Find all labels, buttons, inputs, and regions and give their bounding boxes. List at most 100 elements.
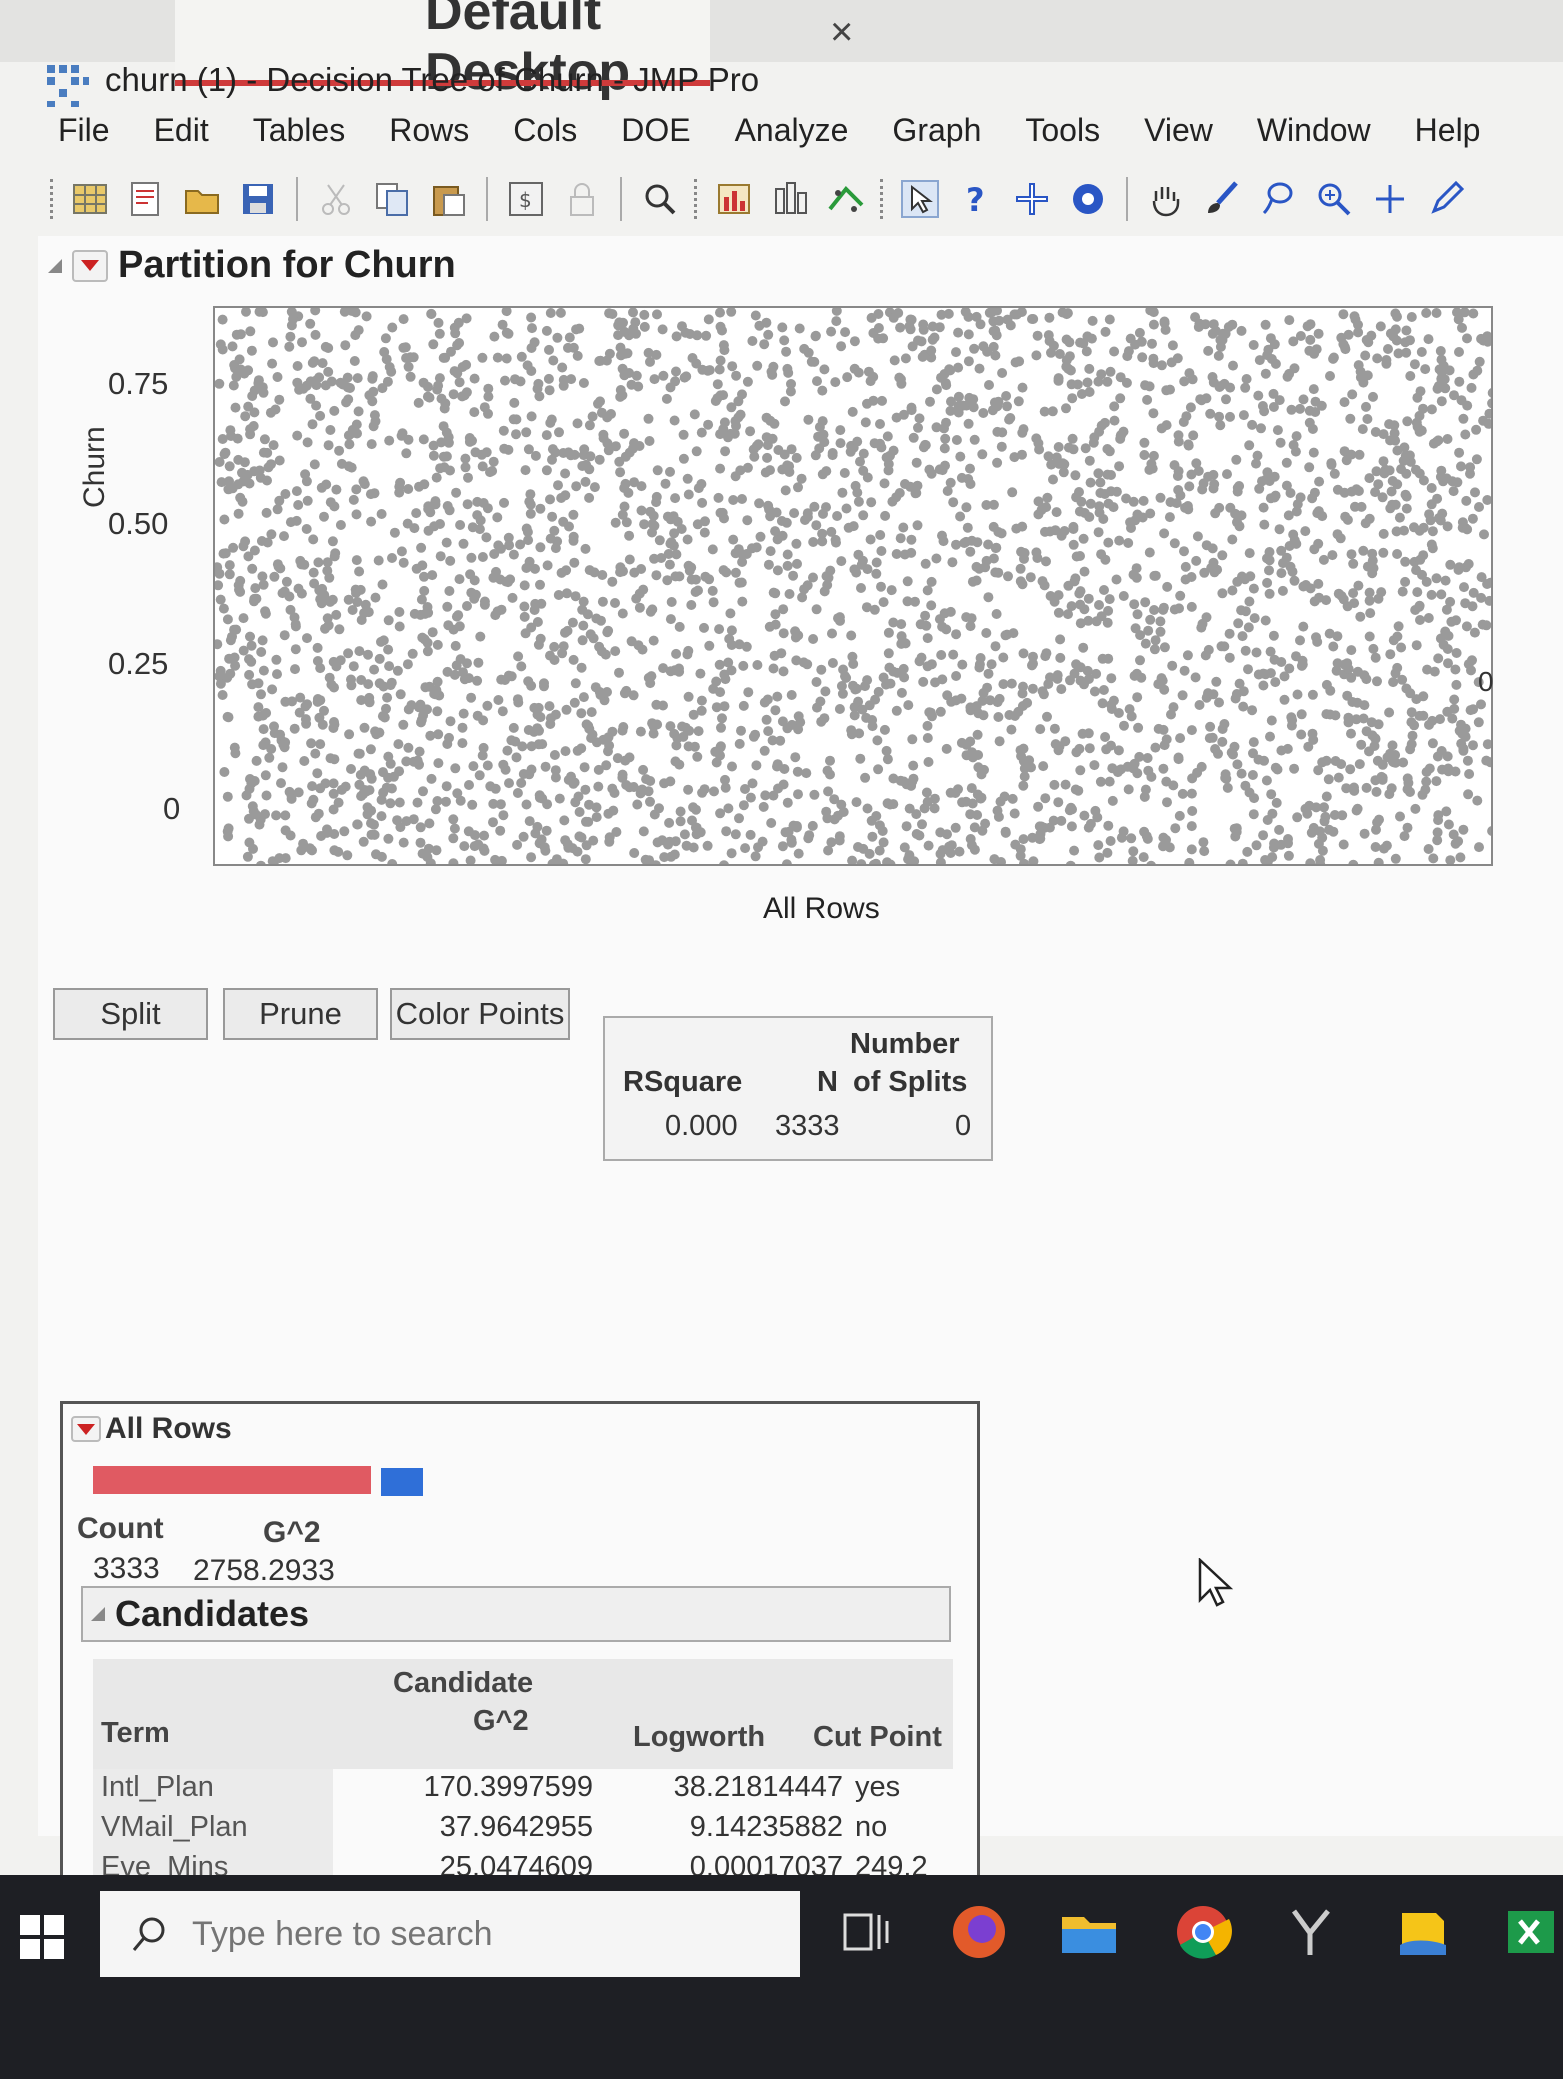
data-point [1364, 513, 1375, 524]
data-point [1126, 711, 1137, 722]
windows-start-icon[interactable] [20, 1915, 64, 1959]
menu-edit[interactable]: Edit [132, 112, 231, 162]
bar-chart-icon[interactable] [712, 177, 756, 221]
file-explorer-icon[interactable] [1058, 1901, 1120, 1963]
data-point [219, 514, 230, 525]
data-point [602, 412, 613, 423]
taskbar-search-input[interactable] [192, 1914, 752, 1954]
red-triangle-menu-icon[interactable] [71, 1416, 101, 1442]
menu-rows[interactable]: Rows [367, 112, 491, 162]
data-point [508, 549, 519, 560]
tools-app-icon[interactable] [1280, 1901, 1342, 1963]
data-point [419, 585, 430, 596]
search-icon[interactable] [638, 177, 682, 221]
tab-close-icon[interactable]: × [830, 10, 853, 55]
data-point [450, 640, 461, 651]
excel-app-icon[interactable] [1500, 1901, 1562, 1963]
data-point [1240, 780, 1251, 791]
data-point [648, 635, 659, 646]
data-point [1260, 615, 1271, 626]
data-point [251, 755, 262, 766]
menu-doe[interactable]: DOE [599, 112, 712, 162]
data-point [369, 664, 380, 675]
firefox-icon[interactable] [948, 1901, 1010, 1963]
help-tool-icon[interactable]: ? [954, 177, 998, 221]
menu-analyze[interactable]: Analyze [713, 112, 871, 162]
data-point [888, 799, 899, 810]
pencil-tool-icon[interactable] [1424, 177, 1468, 221]
data-point [1442, 521, 1453, 532]
distribution-icon[interactable] [768, 177, 812, 221]
data-point [1281, 457, 1292, 468]
data-point [1135, 655, 1145, 666]
save-icon[interactable] [236, 177, 280, 221]
table-row[interactable]: Intl_Plan 170.3997599 38.21814447 yes [93, 1769, 953, 1809]
table-row[interactable]: VMail_Plan 37.9642955 9.14235882 no [93, 1809, 953, 1849]
red-triangle-menu-icon[interactable] [72, 249, 108, 282]
paste-icon[interactable] [426, 177, 470, 221]
new-table-icon[interactable] [68, 177, 112, 221]
menu-cols[interactable]: Cols [491, 112, 599, 162]
data-point [1248, 583, 1259, 594]
data-point [554, 793, 565, 804]
data-point [837, 688, 848, 699]
data-point [254, 819, 265, 830]
open-icon[interactable] [180, 177, 224, 221]
menu-file[interactable]: File [58, 112, 132, 162]
data-point [1414, 710, 1425, 721]
scroller-tool-icon[interactable] [1066, 177, 1110, 221]
data-point [1266, 789, 1277, 800]
data-point [526, 741, 537, 752]
data-point [682, 649, 693, 660]
disclosure-icon[interactable] [48, 258, 62, 273]
data-point [607, 309, 618, 319]
partition-plot-area[interactable] [213, 306, 1493, 866]
sticky-notes-icon[interactable] [1392, 1901, 1454, 1963]
taskbar-search[interactable] [100, 1891, 800, 1977]
split-button[interactable]: Split [53, 988, 208, 1040]
crosshair-tool-icon[interactable] [1010, 177, 1054, 221]
copy-icon[interactable] [370, 177, 414, 221]
menu-tables[interactable]: Tables [231, 112, 368, 162]
data-point [1183, 439, 1194, 450]
data-grid-icon[interactable]: $ [504, 177, 548, 221]
data-point [245, 631, 255, 642]
new-script-icon[interactable] [124, 177, 168, 221]
menu-graph[interactable]: Graph [870, 112, 1003, 162]
data-point [495, 574, 506, 585]
data-point [920, 439, 931, 450]
data-point [806, 356, 817, 367]
lasso-tool-icon[interactable] [1256, 177, 1300, 221]
toolbar-grip[interactable] [50, 179, 56, 219]
data-point [888, 666, 899, 677]
data-point [1078, 533, 1089, 544]
color-points-button[interactable]: Color Points [390, 988, 570, 1040]
disclosure-icon[interactable] [91, 1607, 105, 1621]
data-point [563, 447, 574, 458]
chrome-icon[interactable] [1172, 1901, 1234, 1963]
prune-button[interactable]: Prune [223, 988, 378, 1040]
data-point [922, 633, 933, 644]
lock-icon[interactable] [560, 177, 604, 221]
data-point [741, 641, 752, 652]
cut-icon[interactable] [314, 177, 358, 221]
toolbar-grip[interactable] [880, 179, 886, 219]
menu-tools[interactable]: Tools [1003, 112, 1122, 162]
menu-help[interactable]: Help [1393, 112, 1503, 162]
data-point [1390, 853, 1401, 864]
plus-tool-icon[interactable] [1368, 177, 1412, 221]
toolbar-grip[interactable] [694, 179, 700, 219]
arrow-tool-icon[interactable] [898, 177, 942, 221]
menu-view[interactable]: View [1122, 112, 1235, 162]
data-point [731, 370, 742, 381]
fit-model-icon[interactable] [824, 177, 868, 221]
data-point [1386, 486, 1397, 497]
brush-tool-icon[interactable] [1200, 177, 1244, 221]
zoom-tool-icon[interactable] [1312, 177, 1356, 221]
data-point [702, 840, 713, 851]
task-view-icon[interactable] [835, 1901, 897, 1963]
data-point [686, 600, 697, 610]
data-point [1164, 842, 1175, 853]
menu-window[interactable]: Window [1235, 112, 1393, 162]
grabber-tool-icon[interactable] [1144, 177, 1188, 221]
